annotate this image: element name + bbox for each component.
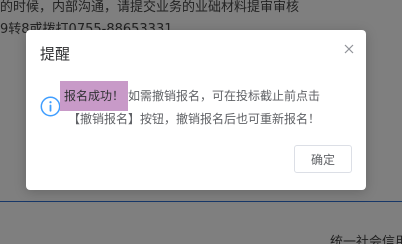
message-highlight: 报名成功！ [60,81,129,111]
confirm-button[interactable]: 确定 [294,145,352,173]
alert-dialog: 提醒 报名成功！ 如需撤销报名，可在投标截止前点击 【撤销报名】按钮，撤销报名后也… [26,30,366,190]
info-icon [40,96,61,117]
message-line-2: 【撤销报名】按钮，撤销报名后也可重新报名！ [68,112,321,126]
dialog-message: 报名成功！ 如需撤销报名，可在投标截止前点击 【撤销报名】按钮，撤销报名后也可重新… [60,81,358,131]
close-icon[interactable] [342,41,356,55]
message-line-1: 如需撤销报名，可在投标截止前点击 [128,89,321,103]
dialog-title: 提醒 [40,45,71,63]
